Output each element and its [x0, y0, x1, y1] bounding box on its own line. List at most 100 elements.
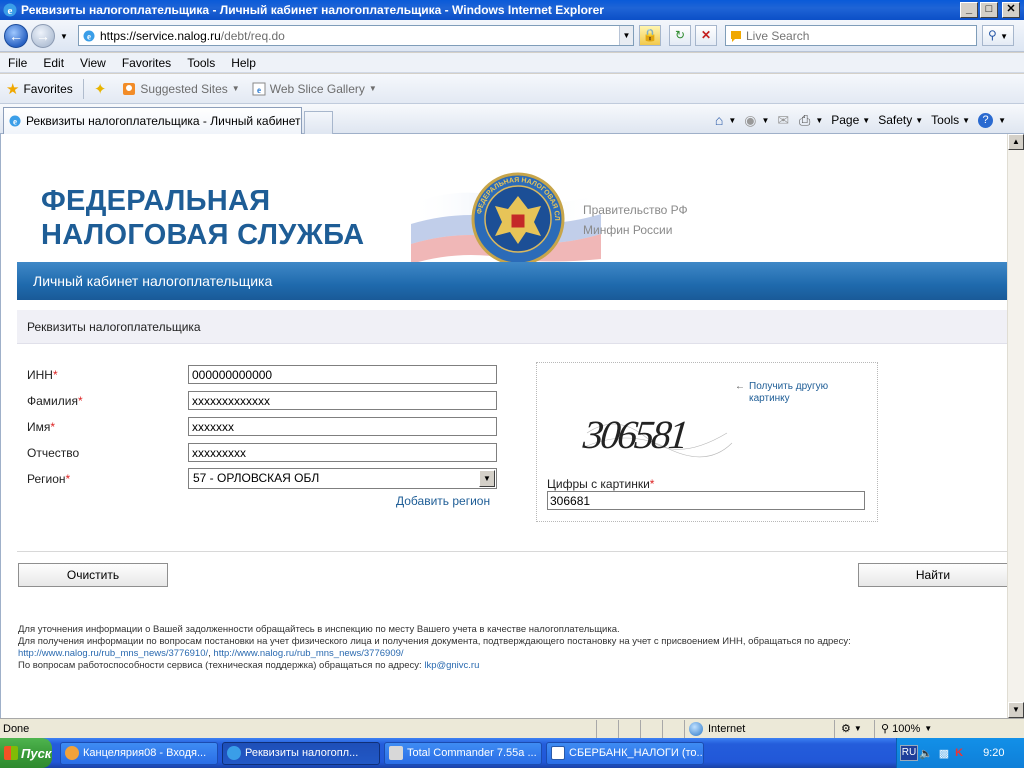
task-sberbank[interactable]: СБЕРБАНК_НАЛОГИ (то... [546, 741, 704, 765]
tab-page-icon: e [9, 115, 21, 127]
favorites-button[interactable]: ★ Favorites [0, 80, 79, 98]
address-dropdown[interactable]: ▼ [619, 26, 633, 45]
page-menu-label: Page [831, 113, 860, 127]
home-icon: ⌂ [714, 112, 724, 128]
new-tab-button[interactable] [304, 111, 333, 134]
security-lock-button[interactable]: 🔒 [639, 25, 661, 46]
fns-title-line1: ФЕДЕРАЛЬНАЯ [41, 185, 271, 217]
task-total-commander[interactable]: Total Commander 7.55a ... [384, 741, 542, 765]
network-icon[interactable]: ▩ [939, 747, 949, 760]
mail-app-icon [65, 746, 79, 760]
url-path: /debt/req.do [220, 28, 285, 43]
web-slice-gallery-link[interactable]: e Web Slice Gallery ▼ [246, 82, 383, 96]
maximize-button[interactable]: □ [980, 2, 998, 18]
print-button[interactable]: ⎙ ▼ [799, 112, 823, 129]
tab-row: e Реквизиты налогоплательщика - Личный к… [0, 104, 1024, 134]
find-button[interactable]: Найти [858, 563, 1007, 587]
nalog-link-1[interactable]: http://www.nalog.ru/rub_mns_news/3776910… [18, 648, 208, 659]
menu-file[interactable]: File [0, 56, 35, 70]
speaker-icon[interactable]: 🔈 [919, 747, 933, 760]
web-slice-gallery-label: Web Slice Gallery [269, 81, 365, 96]
name-input[interactable] [188, 417, 497, 436]
menu-tools[interactable]: Tools [179, 56, 223, 70]
menu-favorites[interactable]: Favorites [114, 56, 179, 70]
address-toolbar: ← → ▼ e https://service.nalog.ru/debt/re… [0, 20, 1024, 52]
favorites-label: Favorites [23, 81, 73, 96]
suggested-sites-link[interactable]: Suggested Sites ▼ [116, 82, 245, 96]
scroll-up-button[interactable]: ▲ [1008, 134, 1024, 150]
task-kancelyariya[interactable]: Канцелярия08 - Входя... [60, 741, 218, 765]
nalog-link-2[interactable]: http://www.nalog.ru/rub_mns_news/3776909… [213, 648, 403, 659]
patronymic-input[interactable] [188, 443, 497, 462]
help-button[interactable]: ? ▼ [978, 112, 1006, 128]
menu-view[interactable]: View [72, 56, 114, 70]
fns-logo-text[interactable]: ФЕДЕРАЛЬНАЯ НАЛОГОВАЯ СЛУЖБА [41, 184, 364, 252]
back-button[interactable]: ← [4, 24, 28, 48]
status-text: Done [0, 719, 597, 738]
info-line-1: Для уточнения информации о Вашей задолже… [18, 624, 620, 635]
required-mark: * [65, 472, 71, 486]
forward-button[interactable]: → [31, 24, 55, 48]
history-dropdown[interactable]: ▼ [60, 32, 68, 41]
web-slice-icon: e [252, 82, 266, 95]
search-field[interactable] [725, 25, 977, 46]
section-title: Реквизиты налогоплательщика [17, 310, 1007, 344]
add-to-favorites-button[interactable]: ✦ [88, 80, 117, 98]
security-zone[interactable]: Internet [685, 719, 835, 738]
search-input[interactable] [746, 28, 976, 43]
menu-help[interactable]: Help [223, 56, 264, 70]
safety-menu[interactable]: Safety ▼ [878, 113, 923, 127]
start-label: Пуск [21, 745, 52, 761]
task-ie-active[interactable]: Реквизиты налогопл... [222, 741, 380, 765]
required-mark: * [77, 394, 83, 408]
address-bar[interactable]: e https://service.nalog.ru/debt/req.do ▼ [78, 25, 634, 46]
refresh-captcha-link[interactable]: ← Получить другую картинку [735, 381, 859, 405]
language-indicator[interactable]: RU [900, 745, 918, 761]
inn-input[interactable] [188, 365, 497, 384]
vertical-scrollbar[interactable]: ▲ ▼ [1007, 134, 1024, 718]
antivirus-icon[interactable]: K [955, 747, 963, 759]
tab-active[interactable]: e Реквизиты налогоплательщика - Личный к… [3, 107, 302, 134]
page-menu[interactable]: Page ▼ [831, 113, 870, 127]
rss-feed-icon: ◉ [744, 111, 757, 128]
status-bar: Done Internet ⚙ ▼ ⚲ 100% ▼ [0, 718, 1024, 738]
start-button[interactable]: Пуск [0, 738, 52, 768]
refresh-captcha-label: Получить другую картинку [749, 381, 829, 404]
close-button[interactable]: ✕ [1002, 2, 1020, 18]
add-region-link[interactable]: Добавить регион [396, 494, 490, 508]
gov-link-minfin[interactable]: Минфин России [583, 220, 688, 240]
window-title: Реквизиты налогоплательщика - Личный каб… [21, 3, 604, 17]
url-text[interactable]: https://service.nalog.ru/debt/req.do [100, 29, 619, 43]
region-label: Регион* [27, 472, 70, 486]
required-mark: * [52, 368, 58, 382]
chevron-down-icon[interactable]: ▼ [479, 470, 495, 487]
favorites-star-icon: ★ [6, 80, 20, 98]
name-label: Имя* [27, 420, 55, 434]
globe-icon [689, 721, 703, 736]
stop-button[interactable]: ✕ [695, 25, 717, 46]
scroll-down-button[interactable]: ▼ [1008, 702, 1024, 718]
protected-mode-button[interactable]: ⚙ ▼ [835, 719, 875, 738]
feeds-button[interactable]: ◉ ▼ [744, 112, 769, 129]
support-email-link[interactable]: lkp@gnivc.ru [424, 660, 479, 671]
printer-icon: ⎙ [799, 111, 811, 128]
windows-flag-icon [4, 746, 18, 760]
home-button[interactable]: ⌂ ▼ [715, 112, 736, 128]
minimize-button[interactable]: _ [960, 2, 978, 18]
captcha-input[interactable] [547, 491, 865, 510]
info-line-4-text: По вопросам работоспособности сервиса (т… [18, 660, 422, 671]
tools-menu[interactable]: Tools ▼ [931, 113, 970, 127]
search-button[interactable]: ⚲ ▼ [982, 25, 1014, 46]
clear-button[interactable]: Очистить [18, 563, 168, 587]
region-select[interactable]: 57 - ОРЛОВСКАЯ ОБЛ ▼ [188, 468, 497, 489]
surname-input[interactable] [188, 391, 497, 410]
info-line-4: По вопросам работоспособности сервиса (т… [18, 660, 1007, 672]
menu-edit[interactable]: Edit [35, 56, 72, 70]
live-search-icon [731, 30, 741, 42]
gov-link-pravitelstvo[interactable]: Правительство РФ [583, 200, 688, 220]
svg-text:e: e [87, 31, 91, 41]
refresh-button[interactable]: ↻ [669, 25, 691, 46]
window-title-bar[interactable]: e Реквизиты налогоплательщика - Личный к… [0, 0, 1024, 20]
read-mail-button[interactable]: ✉ [777, 112, 791, 129]
zoom-control[interactable]: ⚲ 100% ▼ [875, 722, 932, 736]
